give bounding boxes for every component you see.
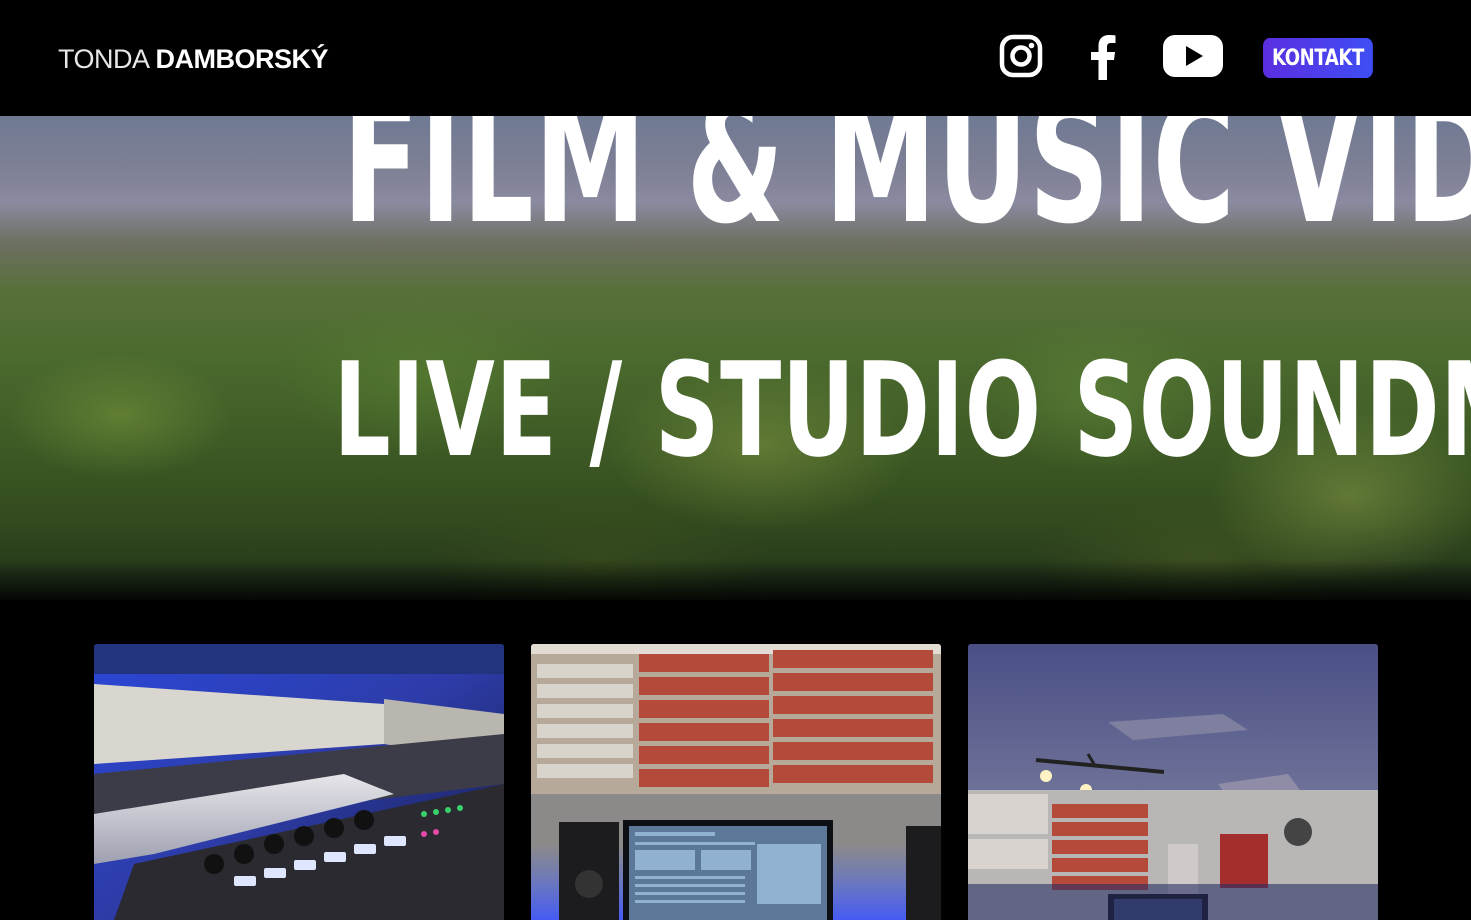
site-logo[interactable]: TONDA DAMBORSKÝ	[58, 44, 329, 75]
hero-headline-secondary: LIVE / STUDIO SOUNDMIXING	[333, 334, 1471, 486]
logo-first-name: TONDA	[58, 44, 150, 74]
instagram-icon	[999, 34, 1043, 78]
instagram-link[interactable]	[999, 34, 1043, 78]
gallery-photo-mixing-console[interactable]	[94, 644, 504, 920]
youtube-icon	[1163, 35, 1223, 77]
facebook-icon	[1091, 35, 1116, 80]
hero-banner: FILM & MUSIC VIDEO LIVE / STUDIO SOUNDMI…	[0, 116, 1471, 600]
site-header: TONDA DAMBORSKÝ KONTAKT	[0, 0, 1471, 116]
facebook-link[interactable]	[1089, 34, 1117, 80]
gallery-photo-studio-monitors[interactable]	[531, 644, 941, 920]
gallery-photo-studio-room[interactable]	[968, 644, 1378, 920]
hero-headline-primary: FILM & MUSIC VIDEO	[342, 116, 1471, 262]
page: FILM & MUSIC VIDEO LIVE / STUDIO SOUNDMI…	[0, 0, 1471, 920]
logo-last-name: DAMBORSKÝ	[155, 44, 329, 74]
contact-button[interactable]: KONTAKT	[1263, 38, 1373, 78]
youtube-link[interactable]	[1163, 35, 1223, 77]
